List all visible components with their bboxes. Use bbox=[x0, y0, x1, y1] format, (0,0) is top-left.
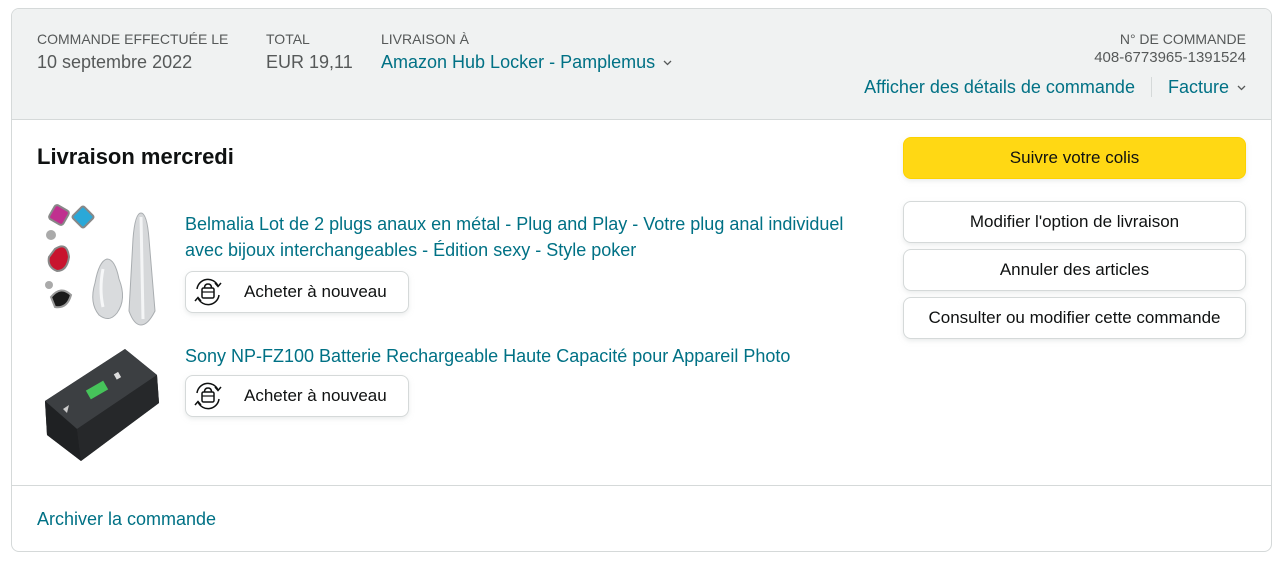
order-details-link[interactable]: Afficher des détails de commande bbox=[864, 77, 1135, 97]
ship-to-column: LIVRAISON À Amazon Hub Locker - Pamplemu… bbox=[381, 31, 672, 75]
invoice-link-label: Facture bbox=[1167, 77, 1229, 97]
buy-again-button[interactable]: Acheter à nouveau bbox=[185, 375, 409, 417]
order-card: COMMANDE EFFECTUÉE LE 10 septembre 2022 … bbox=[11, 8, 1272, 552]
product-title-link[interactable]: Sony NP-FZ100 Batterie Rechargeable Haut… bbox=[185, 343, 845, 369]
order-number-value: 408-6773965-1391524 bbox=[1094, 49, 1246, 66]
track-package-button[interactable]: Suivre votre colis bbox=[903, 137, 1246, 179]
buy-again-icon bbox=[188, 272, 228, 312]
link-divider bbox=[1150, 77, 1152, 97]
order-total-value: EUR 19,11 bbox=[266, 52, 353, 72]
cancel-items-button[interactable]: Annuler des articles bbox=[903, 249, 1246, 291]
order-header-links: Afficher des détails de commande Facture bbox=[864, 75, 1246, 99]
order-total-column: TOTAL EUR 19,11 bbox=[266, 31, 353, 75]
chevron-down-icon bbox=[663, 49, 672, 75]
invoice-link[interactable]: Facture bbox=[1168, 77, 1246, 97]
order-header: COMMANDE EFFECTUÉE LE 10 septembre 2022 … bbox=[12, 9, 1271, 120]
chevron-down-icon bbox=[1237, 75, 1246, 99]
order-number-label: N° DE COMMANDE bbox=[1119, 31, 1246, 47]
product-image-plugs[interactable] bbox=[37, 199, 169, 327]
buy-again-label: Acheter à nouveau bbox=[244, 282, 387, 301]
ship-to-value: Amazon Hub Locker - Pamplemus bbox=[381, 52, 656, 72]
buy-again-icon bbox=[188, 376, 228, 416]
order-footer: Archiver la commande bbox=[12, 485, 1271, 551]
buy-again-button[interactable]: Acheter à nouveau bbox=[185, 271, 409, 313]
order-date-column: COMMANDE EFFECTUÉE LE 10 septembre 2022 bbox=[37, 31, 228, 75]
ship-to-link[interactable]: Amazon Hub Locker - Pamplemus bbox=[381, 49, 672, 75]
order-total-label: TOTAL bbox=[266, 31, 310, 47]
ship-to-label: LIVRAISON À bbox=[381, 31, 469, 47]
order-number-block: N° DE COMMANDE 408-6773965-1391524 bbox=[1094, 31, 1246, 67]
archive-order-link[interactable]: Archiver la commande bbox=[37, 509, 216, 530]
buy-again-label: Acheter à nouveau bbox=[244, 386, 387, 405]
product-image-battery[interactable] bbox=[37, 343, 169, 471]
delivery-status-title: Livraison mercredi bbox=[37, 144, 234, 169]
order-date-label: COMMANDE EFFECTUÉE LE bbox=[37, 31, 229, 47]
view-edit-order-button[interactable]: Consulter ou modifier cette commande bbox=[903, 297, 1246, 339]
product-title-link[interactable]: Belmalia Lot de 2 plugs anaux en métal -… bbox=[185, 211, 845, 263]
order-date-value: 10 septembre 2022 bbox=[37, 52, 193, 72]
change-delivery-button[interactable]: Modifier l'option de livraison bbox=[903, 201, 1246, 243]
